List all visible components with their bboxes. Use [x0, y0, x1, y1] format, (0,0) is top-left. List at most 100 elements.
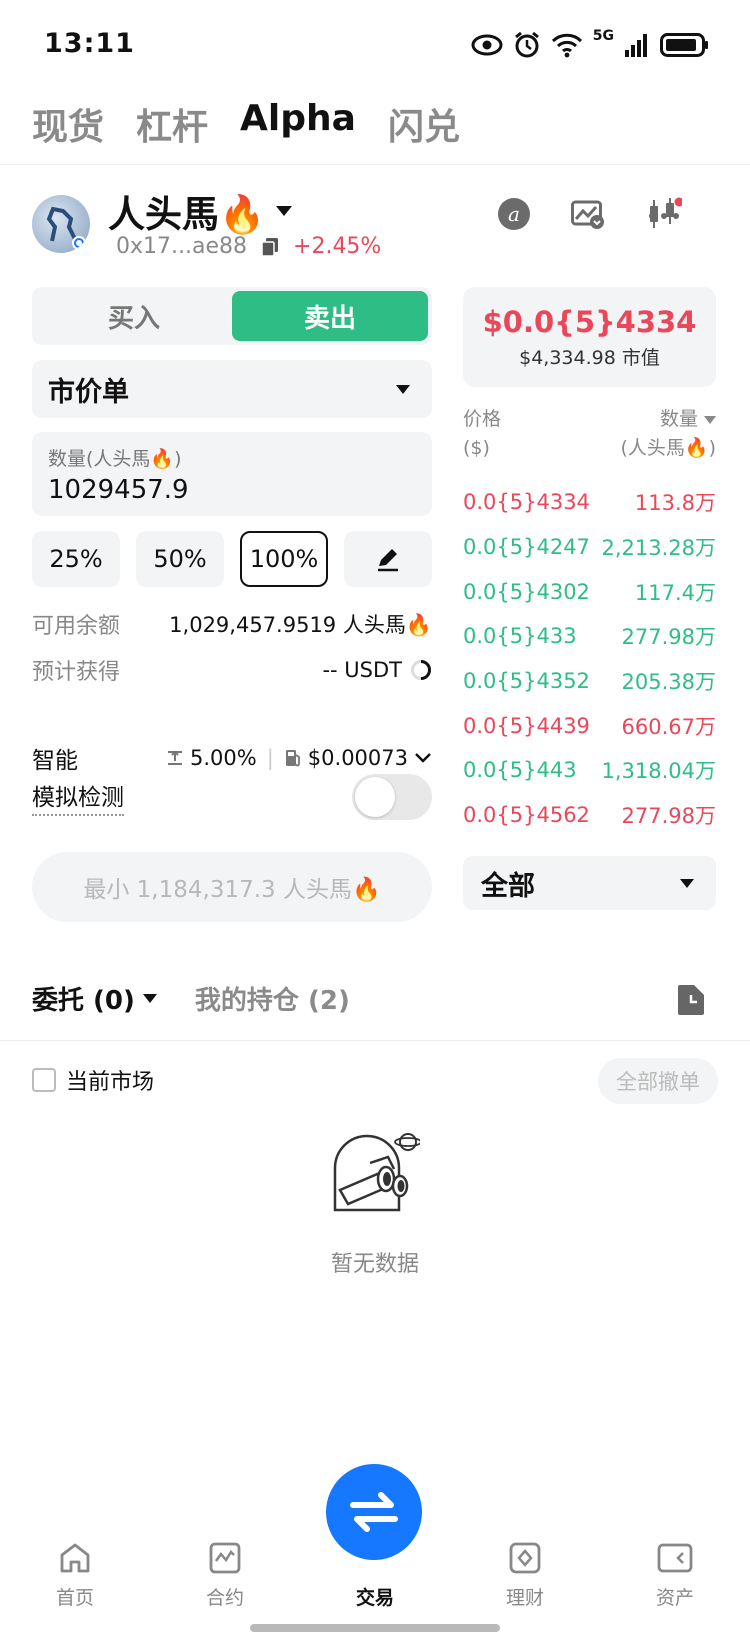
copy-icon[interactable] [261, 237, 279, 257]
home-indicator [250, 1624, 500, 1632]
market-cap: $4,334.98 市值 [519, 346, 660, 369]
tab-spot[interactable]: 现货 [32, 98, 104, 150]
orderbook-row[interactable]: 0.0{5}4562 277.98万 [463, 793, 716, 838]
nav-finance[interactable]: 理财 [465, 1541, 585, 1610]
available-value: 1,029,457.9519 人头馬🔥 [169, 613, 432, 637]
percent-25-button[interactable]: 25% [32, 531, 120, 587]
orderbook-row[interactable]: 0.0{5}4439 660.67万 [463, 703, 716, 748]
row-price: 0.0{5}4247 [463, 535, 590, 560]
current-price: $0.0{5}4334 [482, 304, 697, 339]
row-price: 0.0{5}4352 [463, 669, 590, 694]
tab-swap[interactable]: 闪兑 [388, 98, 460, 150]
tab-my-positions[interactable]: 我的持仓 (2) [195, 980, 350, 1017]
orderbook-header: 价格 ($) 数量 (人头馬🔥) [463, 405, 716, 463]
nav-contract[interactable]: 合约 [165, 1541, 285, 1610]
home-icon [60, 1543, 90, 1573]
row-qty: 113.8万 [634, 491, 716, 516]
tab-alpha[interactable]: Alpha [240, 98, 356, 150]
empty-state-text: 暂无数据 [330, 1252, 419, 1277]
caret-down-icon [680, 878, 694, 888]
horse-logo-icon [46, 206, 86, 250]
row-price: 0.0{5}443 [463, 758, 577, 783]
status-time: 13:11 [44, 28, 135, 59]
buy-sell-toggle: 买入 卖出 [32, 287, 432, 345]
orders-tab-bar: 委托 (0) 我的持仓 (2) [32, 980, 350, 1017]
divider [0, 164, 750, 165]
slippage-value: 5.00% [190, 746, 257, 770]
trade-fab-button[interactable] [326, 1464, 422, 1560]
buy-tab[interactable]: 买入 [36, 291, 232, 341]
slippage-icon [168, 750, 182, 765]
row-price: 0.0{5}4302 [463, 579, 590, 604]
current-market-label: 当前市场 [66, 1070, 155, 1095]
battery-icon [660, 33, 708, 57]
custom-percent-button[interactable] [344, 531, 432, 587]
qty-header-wrap: 数量 [621, 405, 716, 434]
smart-values: 5.00% | $0.00073 [166, 746, 432, 770]
price-change: +2.45% [293, 234, 382, 259]
orderbook-filter-select[interactable]: 全部 [463, 856, 716, 910]
submit-sell-button[interactable]: 最小 1,184,317.3 人头馬🔥 [32, 852, 432, 922]
empty-state-illustration [330, 1128, 422, 1218]
orderbook-row[interactable]: 0.0{5}4302 117.4万 [463, 569, 716, 614]
available-label: 可用余额 [32, 614, 121, 639]
alarm-icon [514, 31, 539, 58]
tab-open-orders[interactable]: 委托 (0) [32, 980, 157, 1017]
token-address: 0x17...ae88 [116, 234, 248, 259]
available-balance-row: 可用余额 1,029,457.9519 人头馬🔥 [32, 608, 432, 640]
nav-assets[interactable]: 资产 [615, 1541, 735, 1610]
current-market-filter: 当前市场 [32, 1064, 154, 1096]
chevron-down-icon [415, 753, 431, 763]
alpha-icon[interactable]: a [496, 196, 532, 232]
quantity-value: 1029457.9 [48, 475, 189, 505]
chart-image-icon[interactable] [570, 196, 606, 232]
sell-tab[interactable]: 卖出 [232, 291, 428, 341]
more-icon[interactable] [646, 196, 682, 232]
simulate-label: 模拟检测 [32, 778, 124, 816]
eye-icon [471, 34, 503, 56]
orderbook-qty-col[interactable]: 数量 (人头馬🔥) [621, 405, 716, 463]
status-icons: 5G [471, 28, 710, 62]
wallet-icon [657, 1543, 693, 1573]
row-price: 0.0{5}4439 [463, 713, 590, 738]
simulate-toggle[interactable] [352, 774, 432, 820]
caret-down-icon [142, 994, 157, 1003]
orderbook-row[interactable]: 0.0{5}443 1,318.04万 [463, 748, 716, 793]
estimate-value: -- USDT [322, 658, 402, 682]
gas-pump-icon [285, 750, 300, 767]
trade-swap-icon [350, 1492, 398, 1532]
order-type-select[interactable]: 市价单 [32, 360, 432, 418]
order-type-value: 市价单 [48, 376, 129, 408]
row-qty: 2,213.28万 [601, 536, 716, 561]
finance-icon [509, 1542, 541, 1574]
estimate-value-wrap: -- USDT [322, 658, 432, 682]
quantity-label: 数量(人头馬🔥) [48, 448, 182, 470]
top-tab-bar: 现货 杠杆 Alpha 闪兑 [32, 98, 460, 150]
row-qty: 277.98万 [621, 625, 716, 650]
percent-50-button[interactable]: 50% [136, 531, 224, 587]
orderbook-row[interactable]: 0.0{5}4352 205.38万 [463, 659, 716, 704]
row-price: 0.0{5}433 [463, 624, 577, 649]
orderbook-price-col: 价格 ($) [463, 405, 501, 463]
row-qty: 1,318.04万 [601, 759, 716, 784]
token-selector[interactable]: 人头馬🔥 [108, 184, 293, 238]
percent-100-button[interactable]: 100% [240, 531, 328, 587]
qty-header: 数量 [659, 408, 698, 430]
contract-icon [209, 1542, 241, 1574]
caret-down-icon [276, 206, 293, 216]
orderbook-row[interactable]: 0.0{5}433 277.98万 [463, 614, 716, 659]
token-avatar [32, 195, 90, 253]
nav-finance-label: 理财 [505, 1587, 544, 1609]
nav-contract-label: 合约 [205, 1587, 244, 1609]
quantity-input[interactable]: 数量(人头馬🔥) 1029457.9 [32, 432, 432, 516]
row-price: 0.0{5}4334 [463, 490, 590, 515]
cancel-all-button[interactable]: 全部撤单 [598, 1058, 718, 1104]
row-price: 0.0{5}4562 [463, 803, 590, 828]
row-qty: 117.4万 [634, 580, 716, 605]
nav-home[interactable]: 首页 [15, 1541, 135, 1610]
order-history-icon[interactable] [676, 984, 706, 1016]
orderbook-row[interactable]: 0.0{5}4334 113.8万 [463, 480, 716, 525]
current-market-checkbox[interactable] [32, 1068, 56, 1092]
orderbook-row[interactable]: 0.0{5}4247 2,213.28万 [463, 525, 716, 570]
tab-margin[interactable]: 杠杆 [136, 98, 208, 150]
